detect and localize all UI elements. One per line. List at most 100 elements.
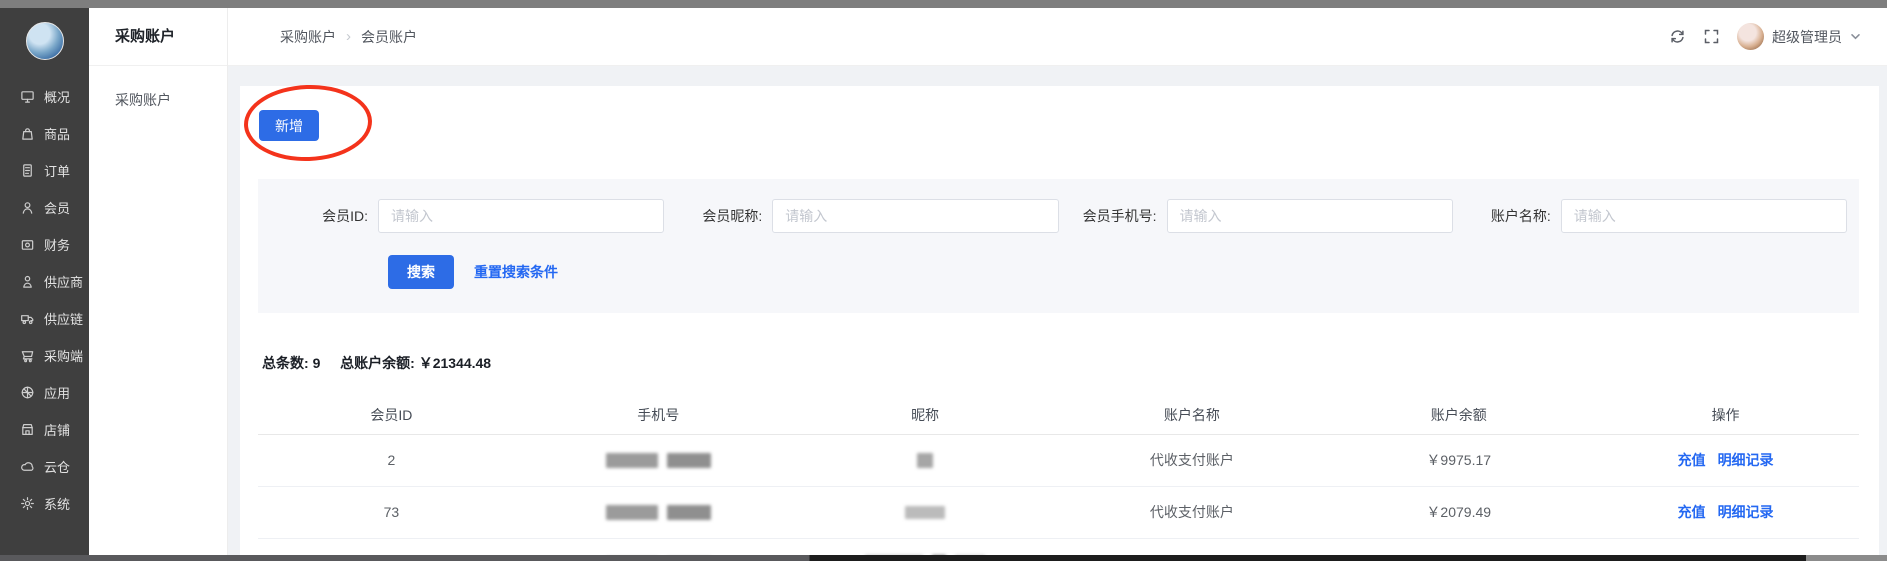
cell-nickname-redacted [792, 538, 1059, 555]
sidebar-item-9[interactable]: 应用 [0, 374, 89, 411]
cell-balance: ￥2079.49 [1325, 486, 1592, 538]
recharge-link[interactable]: 充值 [1678, 504, 1706, 520]
company-logo-avatar[interactable] [26, 22, 64, 60]
total-count-value: 9 [313, 355, 321, 371]
cell-account-name: 代收支付账户 [1058, 538, 1325, 555]
cell-actions: 充值明细记录 [1592, 486, 1859, 538]
sidebar-item-label: 供应商 [44, 272, 83, 291]
breadcrumb: 采购账户 › 会员账户 [280, 27, 417, 47]
sidebar-item-label: 采购端 [44, 346, 83, 365]
user-avatar [1737, 23, 1764, 50]
sidebar-item-11[interactable]: 云仓 [0, 448, 89, 485]
column-header: 账户名称 [1058, 396, 1325, 434]
search-fields-row: 会员ID: 会员昵称:会员手机号:账户名称: [270, 199, 1847, 233]
sidebar-item-2[interactable]: 商品 [0, 115, 89, 152]
sidebar-item-10[interactable]: 店铺 [0, 411, 89, 448]
search-field-2: 会员昵称: [664, 199, 1058, 233]
cell-balance: ￥9975.17 [1325, 434, 1592, 486]
primary-nav: 概况商品订单会员财务供应商供应链采购端应用店铺云仓系统 [0, 78, 89, 522]
cell-actions: 充值明细记录 [1592, 434, 1859, 486]
total-balance-value: ￥21344.48 [419, 355, 491, 371]
content-area: 新增 会员ID: 会员昵称:会员手机号:账户名称: 搜索 重置搜索条件 总条数: … [228, 66, 1887, 555]
redacted-value [525, 453, 792, 468]
sidebar-item-label: 会员 [44, 198, 70, 217]
breadcrumb-item-purchase-account[interactable]: 采购账户 [280, 27, 336, 47]
column-header: 昵称 [792, 396, 1059, 434]
summary-line: 总条数: 9 总账户余额: ￥21344.48 [258, 353, 1859, 373]
admin-app-window: 概况商品订单会员财务供应商供应链采购端应用店铺云仓系统 采购账户 采购账户 采购… [0, 8, 1887, 555]
search-input-1[interactable] [378, 199, 664, 233]
cart-icon [20, 348, 35, 363]
search-input-4[interactable] [1561, 199, 1847, 233]
finance-icon [20, 237, 35, 252]
refresh-icon[interactable] [1669, 28, 1686, 45]
cell-account-name: 代收支付账户 [1058, 434, 1325, 486]
add-button[interactable]: 新增 [259, 110, 319, 141]
search-input-3[interactable] [1167, 199, 1453, 233]
main-column: 采购账户 › 会员账户 超级管理员 [228, 8, 1887, 555]
supplier-icon [20, 274, 35, 289]
cell-nickname-redacted [792, 434, 1059, 486]
sidebar-item-6[interactable]: 供应商 [0, 263, 89, 300]
shop-icon [20, 422, 35, 437]
search-field-label: 账户名称: [1453, 206, 1561, 226]
cell-member-id: 94 [258, 538, 525, 555]
column-header: 手机号 [525, 396, 792, 434]
search-button[interactable]: 搜索 [388, 255, 454, 289]
fullscreen-icon[interactable] [1703, 28, 1720, 45]
cell-actions: 充值明细记录 [1592, 538, 1859, 555]
sidebar-item-label: 应用 [44, 383, 70, 402]
reset-search-link[interactable]: 重置搜索条件 [474, 262, 558, 282]
sidebar-item-label: 供应链 [44, 309, 83, 328]
sidebar-item-7[interactable]: 供应链 [0, 300, 89, 337]
detail-records-link[interactable]: 明细记录 [1718, 452, 1774, 468]
sidebar-item-1[interactable]: 概况 [0, 78, 89, 115]
redacted-value [525, 505, 792, 520]
sidebar-item-3[interactable]: 订单 [0, 152, 89, 189]
user-menu[interactable]: 超级管理员 [1737, 23, 1861, 50]
total-balance-label: 总账户余额: [340, 355, 415, 371]
search-field-label: 会员ID: [270, 206, 378, 226]
cell-nickname-redacted [792, 486, 1059, 538]
column-header: 操作 [1592, 396, 1859, 434]
breadcrumb-item-member-account: 会员账户 [361, 27, 417, 47]
sidebar-item-4[interactable]: 会员 [0, 189, 89, 226]
sidebar-item-5[interactable]: 财务 [0, 226, 89, 263]
search-field-3: 会员手机号: [1059, 199, 1453, 233]
search-buttons-row: 搜索 重置搜索条件 [388, 255, 1847, 289]
search-field-4: 账户名称: [1453, 199, 1847, 233]
add-button-area: 新增 [259, 110, 319, 141]
topbar: 采购账户 › 会员账户 超级管理员 [228, 8, 1887, 66]
table-row: 2代收支付账户￥9975.17充值明细记录 [258, 434, 1859, 486]
secondary-sidebar: 采购账户 采购账户 [89, 8, 228, 555]
sidebar-item-12[interactable]: 系统 [0, 485, 89, 522]
sidebar-item-8[interactable]: 采购端 [0, 337, 89, 374]
submenu-item-purchase-account[interactable]: 采购账户 [89, 66, 227, 110]
sidebar-item-label: 云仓 [44, 457, 70, 476]
table-row: 94代收支付账户￥989.95充值明细记录 [258, 538, 1859, 555]
cloud-icon [20, 459, 35, 474]
topbar-right: 超级管理员 [1669, 23, 1861, 50]
search-input-2[interactable] [772, 199, 1058, 233]
background-window-bottom-sliver [0, 555, 1887, 561]
search-field-1: 会员ID: [270, 199, 664, 233]
column-header: 会员ID [258, 396, 525, 434]
monitor-icon [20, 89, 35, 104]
recharge-link[interactable]: 充值 [1678, 452, 1706, 468]
member-account-table: 会员ID手机号昵称账户名称账户余额操作 2代收支付账户￥9975.17充值明细记… [258, 396, 1859, 555]
breadcrumb-separator-icon: › [346, 28, 351, 45]
sidebar-item-label: 商品 [44, 124, 70, 143]
chevron-down-icon [1850, 31, 1861, 42]
member-icon [20, 200, 35, 215]
cell-phone-redacted [525, 434, 792, 486]
detail-records-link[interactable]: 明细记录 [1718, 504, 1774, 520]
bag-icon [20, 126, 35, 141]
redacted-value [792, 506, 1059, 519]
truck-icon [20, 311, 35, 326]
cell-phone-redacted [525, 538, 792, 555]
cell-member-id: 2 [258, 434, 525, 486]
apps-icon [20, 385, 35, 400]
total-count-label: 总条数: [262, 355, 309, 371]
column-header: 账户余额 [1325, 396, 1592, 434]
sidebar-item-label: 财务 [44, 235, 70, 254]
